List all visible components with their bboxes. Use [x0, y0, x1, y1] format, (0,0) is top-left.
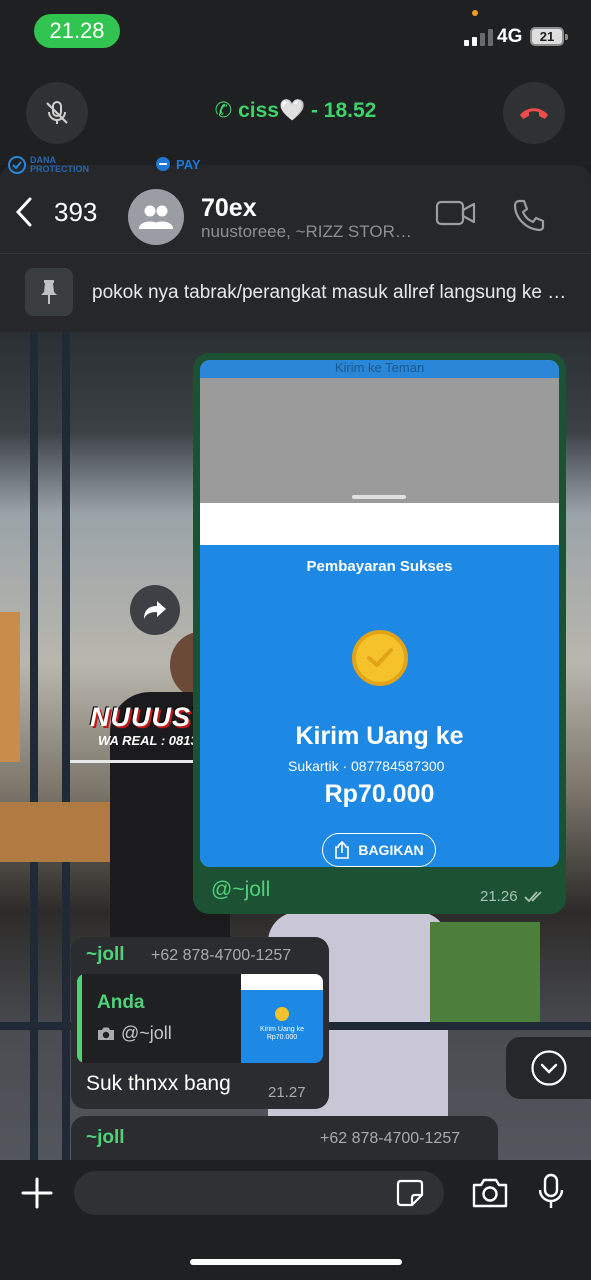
pinned-message-text[interactable]: pokok nya tabrak/perangkat masuk allref …	[92, 282, 570, 304]
microphone-icon	[538, 1173, 564, 1208]
scroll-to-bottom-button[interactable]	[506, 1037, 591, 1099]
message-time: 21.27	[268, 1084, 306, 1101]
dana-protection-logo: DANA PROTECTION	[8, 156, 90, 174]
message-sender[interactable]: ~joll	[86, 1127, 125, 1149]
hang-up-icon	[520, 108, 548, 119]
group-avatar[interactable]	[128, 189, 184, 245]
share-button-label: BAGIKAN	[358, 842, 424, 858]
pay-logo: PAY	[155, 156, 201, 172]
pin-icon-box	[25, 268, 73, 316]
camera-button[interactable]	[471, 1177, 509, 1214]
share-icon	[335, 841, 350, 859]
chevron-left-icon	[15, 197, 32, 227]
image-caption-mention[interactable]: @~joll	[211, 878, 270, 902]
video-camera-icon	[435, 200, 476, 226]
quoted-caption: @~joll	[97, 1023, 172, 1044]
home-indicator[interactable]	[190, 1259, 402, 1265]
protection-label: DANA PROTECTION	[30, 155, 90, 174]
status-time: 21.28	[49, 18, 105, 43]
battery-level: 21	[539, 29, 555, 44]
camera-icon	[472, 1178, 508, 1208]
screenshot-overlay	[200, 378, 559, 503]
transfer-amount: Rp70.000	[324, 780, 435, 808]
transfer-title: Kirim Uang ke	[295, 722, 464, 750]
thumbnail-amount: Rp70.000	[266, 1034, 298, 1041]
sheet-handle	[352, 495, 406, 499]
screenshot-logo-strip	[200, 503, 559, 545]
attach-button[interactable]	[19, 1175, 55, 1216]
wall-shelf	[0, 612, 20, 762]
success-coin-icon	[352, 630, 408, 686]
double-check-icon	[523, 890, 542, 902]
phone-icon	[513, 199, 545, 232]
forward-button[interactable]	[130, 585, 180, 635]
call-label: ciss🤍 - 18.52	[238, 99, 377, 122]
screenshot-header-text: Kirim ke Teman	[334, 360, 425, 375]
screenshot-header: Kirim ke Teman	[200, 360, 559, 378]
plus-icon	[21, 1177, 53, 1209]
share-button: BAGIKAN	[322, 833, 436, 867]
shield-check-icon	[8, 156, 26, 174]
thumbnail-title: Kirim Uang ke	[260, 1026, 304, 1033]
forward-arrow-icon	[144, 601, 166, 619]
thumbnail-coin-icon	[275, 1007, 289, 1021]
sender-phone[interactable]: +62 878-4700-1257	[151, 947, 291, 965]
chevron-down-circle-icon	[530, 1050, 567, 1086]
voice-call-button[interactable]	[512, 198, 546, 237]
group-name[interactable]: 70ex	[201, 194, 257, 223]
sender-phone[interactable]: +62 878-4700-1257	[320, 1130, 460, 1148]
network-type: 4G	[497, 26, 523, 47]
image-time-text: 21.26	[480, 888, 518, 905]
quoted-image-thumbnail: Kirim Uang ke Rp70.000	[241, 974, 323, 1063]
group-participants[interactable]: nuustoreee, ~RIZZ STORE, ~joll	[201, 222, 421, 242]
sticker-button[interactable]	[395, 1178, 425, 1213]
quoted-sender: Anda	[97, 992, 145, 1013]
message-input[interactable]	[74, 1171, 444, 1215]
pay-icon	[156, 157, 170, 171]
quoted-reply[interactable]: Anda @~joll Kirim Uang ke Rp70.000	[77, 974, 323, 1063]
camera-icon	[98, 1027, 114, 1040]
message-sender[interactable]: ~joll	[86, 944, 125, 966]
quoted-caption-text: @~joll	[121, 1023, 172, 1043]
thumbnail-text: Kirim Uang ke Rp70.000	[241, 1026, 323, 1042]
photo-grass	[430, 922, 540, 1022]
thumbnail-header	[241, 974, 323, 990]
privacy-indicator-dot	[472, 10, 478, 16]
end-call-button[interactable]	[503, 82, 565, 144]
image-message-time: 21.26	[480, 888, 546, 905]
battery-icon: 21	[530, 27, 568, 46]
back-button[interactable]: 393	[14, 196, 97, 228]
screenshot-body	[200, 545, 559, 867]
video-call-button[interactable]	[435, 198, 477, 233]
sticker-icon	[396, 1179, 424, 1207]
payment-screenshot-image[interactable]: Kirim ke Teman Pembayaran Sukses Kirim U…	[200, 360, 559, 867]
quote-accent-bar	[77, 974, 82, 1063]
message-text: Suk thnxx bang	[86, 1072, 231, 1095]
phone-icon: ✆	[214, 99, 233, 122]
pin-icon	[41, 280, 57, 304]
signal-icon	[464, 28, 493, 46]
pay-label: PAY	[176, 156, 201, 172]
payment-status: Pembayaran Sukses	[306, 558, 453, 575]
voice-message-button[interactable]	[537, 1173, 565, 1216]
group-icon	[139, 205, 173, 229]
transfer-recipient: Sukartik · 087784587300	[288, 758, 445, 774]
unread-count: 393	[54, 196, 98, 227]
call-status-time-pill[interactable]: 21.28	[34, 14, 120, 48]
